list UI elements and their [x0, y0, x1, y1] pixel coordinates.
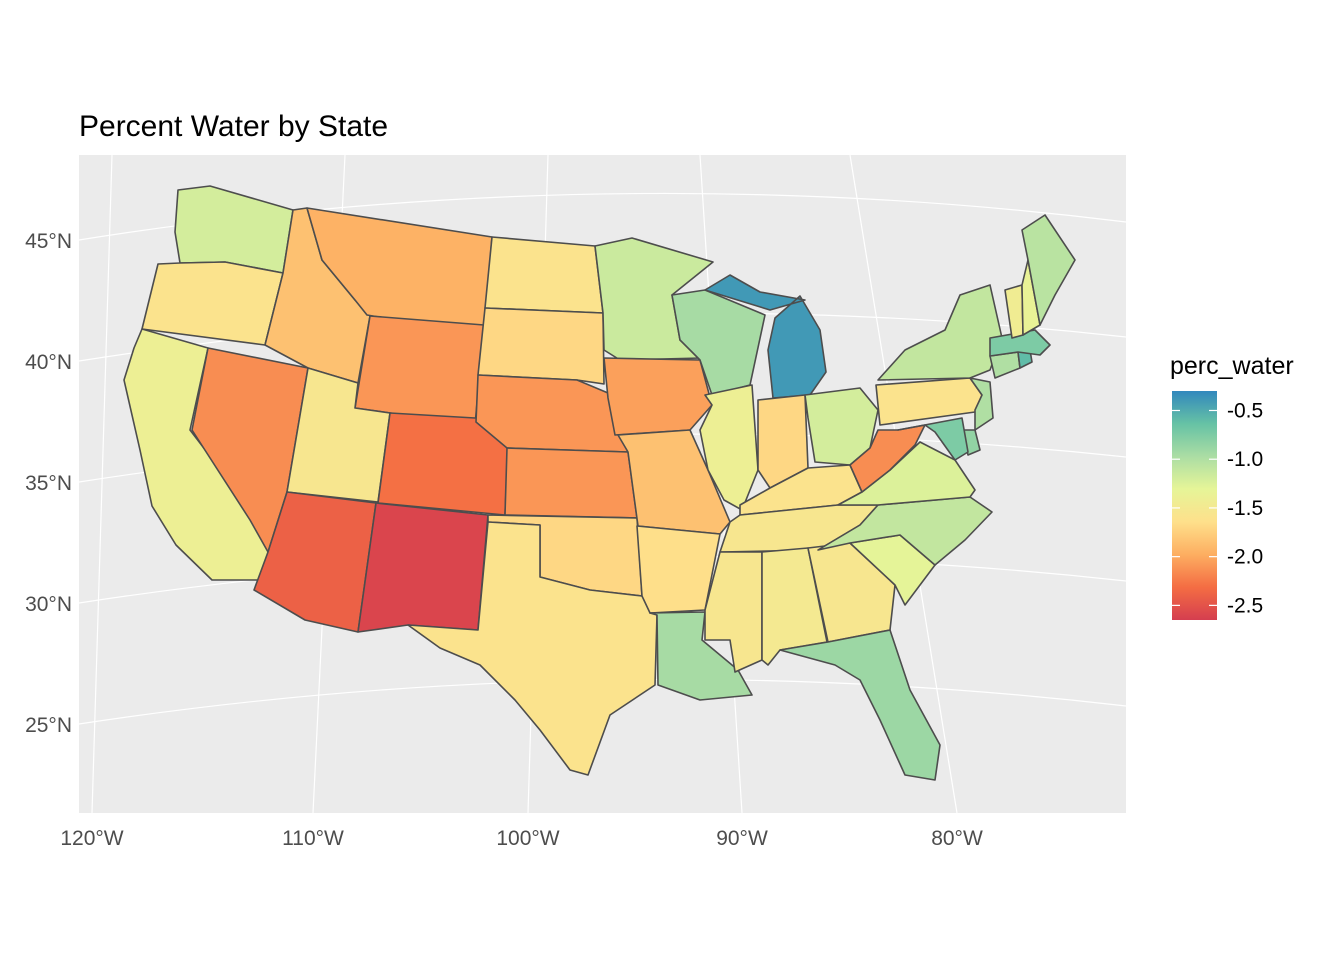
y-tick-label: 45°N — [25, 230, 72, 253]
y-tick-label: 35°N — [25, 472, 72, 495]
legend: perc_water -0.5 -1.0 -1.5 -2.0 -2.5 — [1170, 352, 1294, 620]
x-tick-label: 120°W — [60, 827, 123, 850]
state-kansas[interactable] — [504, 447, 638, 519]
state-northdakota[interactable] — [484, 236, 604, 314]
state-iowa[interactable] — [603, 357, 713, 436]
legend-label: -2.0 — [1227, 546, 1263, 569]
legend-label: -1.5 — [1227, 497, 1263, 520]
state-oregon[interactable] — [141, 261, 284, 346]
legend-label: -1.0 — [1227, 448, 1263, 471]
x-tick-label: 110°W — [282, 827, 344, 850]
x-axis: 120°W 110°W 100°W 90°W 80°W — [60, 827, 983, 850]
x-tick-label: 90°W — [716, 827, 768, 850]
x-tick-label: 100°W — [496, 827, 559, 850]
state-newmexico[interactable] — [357, 502, 489, 633]
y-tick-label: 25°N — [25, 714, 72, 737]
legend-label: -0.5 — [1227, 399, 1263, 422]
state-wyoming[interactable] — [354, 315, 485, 426]
y-tick-label: 30°N — [25, 593, 72, 616]
x-tick-label: 80°W — [931, 827, 983, 850]
y-tick-label: 40°N — [25, 351, 72, 374]
legend-title: perc_water — [1170, 352, 1294, 380]
legend-label: -2.5 — [1227, 594, 1263, 617]
y-axis: 45°N 40°N 35°N 30°N 25°N — [25, 230, 72, 737]
legend-colorbar — [1172, 391, 1217, 620]
state-southdakota[interactable] — [477, 307, 605, 385]
map-title: Percent Water by State — [79, 110, 388, 143]
map-figure: Percent Water by State 45°N 40°N 35°N 30… — [25, 110, 1294, 850]
